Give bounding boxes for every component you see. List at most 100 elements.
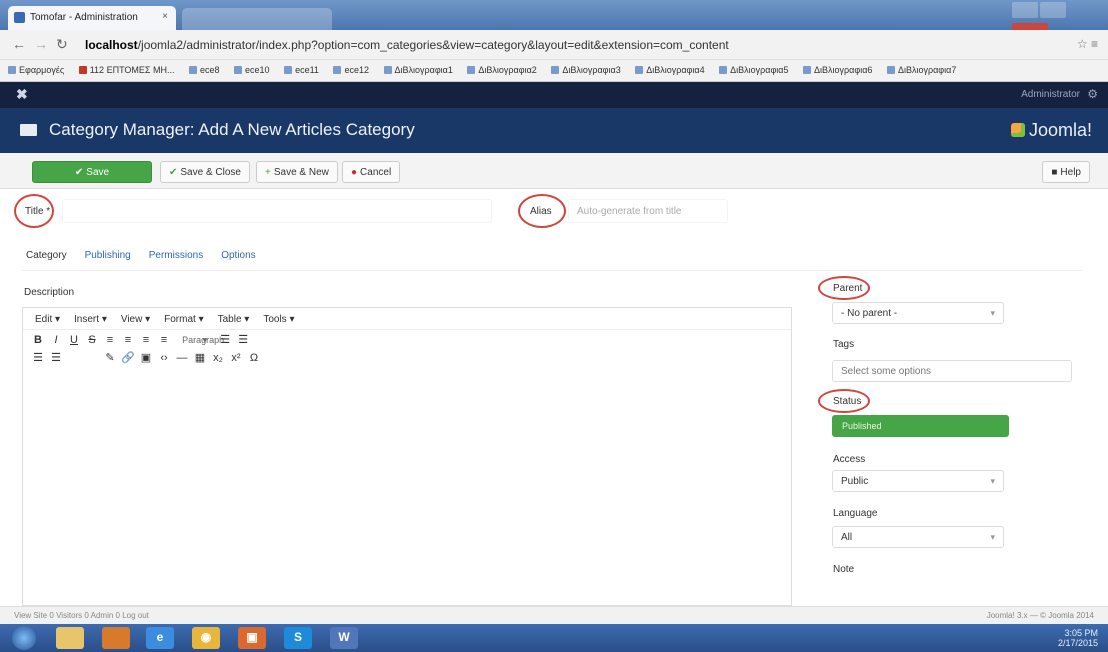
- superscript-icon[interactable]: x²: [227, 352, 245, 364]
- status-left: View Site 0 Visitors 0 Admin 0 Log out: [14, 611, 149, 620]
- bookmark-icon: [467, 66, 476, 74]
- bookmark-item[interactable]: 112 ΕΠΤΟΜΕΣ ΜΗ...: [78, 65, 174, 75]
- joomla-menu-icon[interactable]: ✖: [16, 86, 28, 103]
- tab-publishing[interactable]: Publishing: [85, 250, 131, 261]
- strikethrough-icon[interactable]: S: [83, 334, 101, 346]
- back-arrow-icon[interactable]: ←: [12, 36, 26, 52]
- align-center-icon[interactable]: ≡: [119, 334, 137, 346]
- plus-icon: +: [265, 167, 271, 178]
- media-player-icon[interactable]: [102, 627, 130, 649]
- align-left-icon[interactable]: ≡: [101, 334, 119, 346]
- bookmark-item[interactable]: ΔιΒλιογραφια6: [803, 65, 872, 75]
- word-icon[interactable]: W: [330, 627, 358, 649]
- bookmark-item[interactable]: ΔιΒλιογραφια2: [467, 65, 537, 75]
- bookmark-item[interactable]: ΔιΒλιογραφια5: [719, 65, 789, 75]
- bookmark-icon: [886, 66, 895, 74]
- code-icon[interactable]: ‹›: [155, 352, 173, 364]
- help-button[interactable]: ■ Help: [1042, 161, 1090, 183]
- indent-icon[interactable]: ☰: [47, 351, 65, 364]
- url-field[interactable]: localhost/joomla2/administrator/index.ph…: [85, 35, 1045, 56]
- new-tab-area[interactable]: [182, 8, 332, 30]
- parent-select[interactable]: - No parent - ▾: [832, 302, 1004, 324]
- browser-tab[interactable]: Tomofar - Administration ×: [8, 6, 176, 30]
- description-editor: Edit ▾ Insert ▾ View ▾ Format ▾ Table ▾ Tools…: [22, 307, 792, 606]
- omega-icon[interactable]: Ω: [245, 352, 263, 364]
- joomla-logo-text: Joomla!: [1028, 120, 1092, 140]
- start-button[interactable]: [12, 626, 36, 650]
- save-button[interactable]: ✔ Save: [32, 161, 152, 183]
- underline-icon[interactable]: U: [65, 334, 83, 346]
- bold-icon[interactable]: B: [29, 334, 47, 346]
- system-clock[interactable]: 3:05 PM 2/17/2015: [1058, 628, 1098, 648]
- table-icon[interactable]: ▦: [191, 351, 209, 364]
- bookmark-item[interactable]: ece12: [333, 65, 369, 75]
- annotation-circle-alias: [518, 194, 566, 228]
- image-icon[interactable]: ▣: [137, 351, 155, 364]
- align-justify-icon[interactable]: ≡: [155, 334, 173, 346]
- access-label: Access: [833, 454, 866, 465]
- bookmark-icon: [333, 66, 342, 74]
- tabs-divider: [22, 270, 1082, 271]
- bookmark-item[interactable]: ece11: [284, 65, 319, 75]
- alias-input[interactable]: Auto-generate from title: [568, 199, 728, 223]
- italic-icon[interactable]: I: [47, 334, 65, 346]
- editor-menu-view[interactable]: View ▾: [121, 314, 150, 325]
- outdent-icon[interactable]: ☰: [29, 351, 47, 364]
- chrome-icon[interactable]: ◉: [192, 627, 220, 649]
- bookmark-icon: [803, 66, 812, 74]
- editor-menu-insert[interactable]: Insert ▾: [74, 314, 107, 325]
- internet-explorer-icon[interactable]: e: [146, 627, 174, 649]
- language-select[interactable]: All ▾: [832, 526, 1004, 548]
- gear-icon[interactable]: ⚙: [1087, 87, 1098, 101]
- star-icon[interactable]: ☆ ≡: [1077, 37, 1098, 51]
- bookmark-icon: [8, 66, 16, 74]
- horizontal-rule-icon[interactable]: —: [173, 352, 191, 364]
- tags-input[interactable]: Select some options: [832, 360, 1072, 382]
- tab-permissions[interactable]: Permissions: [149, 250, 203, 261]
- bookmark-item[interactable]: ΔιΒλιογραφια7: [886, 65, 956, 75]
- bookmark-icon: [719, 66, 728, 74]
- link-icon[interactable]: ✎: [101, 351, 119, 364]
- editor-menu-tools[interactable]: Tools ▾: [263, 314, 294, 325]
- tab-options[interactable]: Options: [221, 250, 255, 261]
- screen: Tomofar - Administration × ← → ↻ localho…: [0, 0, 1108, 652]
- bookmark-item[interactable]: ΔιΒλιογραφια4: [635, 65, 705, 75]
- bookmark-item[interactable]: ΔιΒλιογραφια1: [383, 65, 453, 75]
- maximize-button[interactable]: [1040, 2, 1066, 18]
- paragraph-select[interactable]: Paragraph ▾: [176, 335, 224, 346]
- editor-menu-edit[interactable]: Edit ▾: [35, 314, 60, 325]
- title-input[interactable]: [62, 199, 492, 223]
- bookmark-item[interactable]: ΔιΒλιογραφια3: [551, 65, 621, 75]
- status-published-toggle[interactable]: Published: [832, 415, 1009, 437]
- editor-menu-format[interactable]: Format ▾: [164, 314, 203, 325]
- minimize-button[interactable]: [1012, 2, 1038, 18]
- user-menu[interactable]: Administrator: [1021, 89, 1080, 100]
- reload-icon[interactable]: ↻: [56, 36, 68, 53]
- editor-toolbar-row1: B I U S ≡ ≡ ≡ ≡ Paragraph ▾ ☰ ☰: [23, 330, 791, 348]
- numbered-list-icon[interactable]: ☰: [234, 333, 252, 346]
- bullet-list-icon[interactable]: ☰: [216, 333, 234, 346]
- explorer-icon[interactable]: [56, 627, 84, 649]
- window-controls: [1010, 2, 1102, 39]
- align-right-icon[interactable]: ≡: [137, 334, 155, 346]
- bookmark-item[interactable]: Εφαρμογές: [8, 65, 64, 75]
- tab-close-icon[interactable]: ×: [162, 11, 168, 22]
- skype-icon[interactable]: S: [284, 627, 312, 649]
- save-new-button[interactable]: + Save & New: [256, 161, 338, 183]
- app-icon[interactable]: ▣: [238, 627, 266, 649]
- cancel-button[interactable]: ● Cancel: [342, 161, 401, 183]
- forward-arrow-icon[interactable]: →: [34, 36, 48, 52]
- tab-category[interactable]: Category: [26, 250, 67, 261]
- editor-toolbar-row2: ☰ ☰ ✎ 🔗 ▣ ‹› — ▦ x₂ x² Ω: [23, 348, 791, 366]
- description-label: Description: [24, 287, 75, 298]
- save-close-button[interactable]: ✔ Save & Close: [160, 161, 250, 183]
- subscript-icon[interactable]: x₂: [209, 352, 227, 364]
- unlink-icon[interactable]: 🔗: [119, 351, 137, 364]
- tags-label: Tags: [833, 339, 855, 350]
- bookmark-item[interactable]: ece10: [234, 65, 270, 75]
- access-select[interactable]: Public ▾: [832, 470, 1004, 492]
- annotation-circle-title: [14, 194, 54, 228]
- editor-menu-table[interactable]: Table ▾: [218, 314, 250, 325]
- bookmark-item[interactable]: ece8: [188, 65, 220, 75]
- bookmark-icon: [234, 66, 243, 74]
